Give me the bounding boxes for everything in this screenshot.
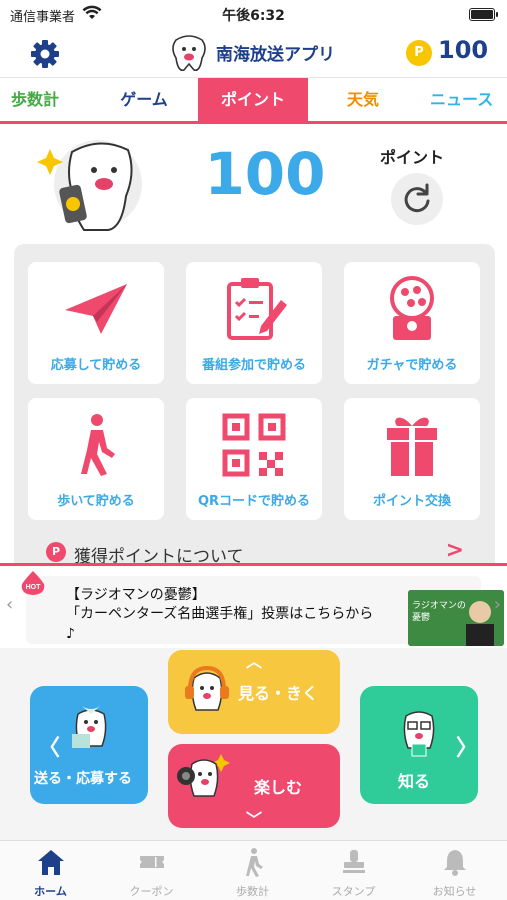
chevron-right-icon[interactable]: › (494, 594, 501, 615)
chevron-right-icon: 〉 (456, 736, 479, 761)
svg-text:HOT: HOT (26, 584, 42, 591)
know-label: 知る (398, 772, 431, 791)
tile-label: 応募して貯める (50, 358, 142, 373)
point-coin-icon: P (406, 40, 432, 66)
send-apply-button[interactable]: 〈 送る・応募する (30, 686, 148, 804)
point-coin-icon: P (46, 542, 66, 562)
tab-pedometer[interactable]: 歩数計 (0, 78, 70, 121)
home-navigation: ︿ 見る・きく 楽しむ ﹀ 〈 送る・応募する 知る 〉 (0, 648, 507, 840)
chevron-up-icon: ︿ (246, 652, 263, 671)
refresh-icon (404, 183, 430, 213)
bottom-tab-label: クーポン (129, 885, 174, 898)
point-exchange-tile[interactable]: ポイント交換 (344, 398, 480, 520)
walking-person-icon (81, 414, 115, 476)
watch-listen-label: 見る・きく (238, 684, 319, 703)
news-banner: ‹ 【ラジオマンの憂鬱】 「カーペンターズ名曲選手権」投票はこちらから♪ ラジオ… (0, 563, 507, 648)
bottom-tab-bar: ホーム クーポン 歩数計 スタンプ お知らせ (0, 840, 507, 900)
bell-icon (444, 850, 466, 876)
tile-label: ガチャで貯める (366, 358, 458, 373)
banner-card[interactable]: 【ラジオマンの憂鬱】 「カーペンターズ名曲選手権」投票はこちらから♪ ラジオマン… (26, 576, 504, 646)
bottom-tab-home[interactable]: ホーム (0, 841, 101, 900)
chevron-left-icon: 〈 (38, 736, 61, 761)
walking-icon (246, 848, 263, 877)
chevron-left-icon[interactable]: ‹ (6, 594, 13, 615)
thumbnail-title: ラジオマンの憂鬱 (412, 601, 466, 623)
bottom-tab-stamp[interactable]: スタンプ (303, 841, 404, 900)
tab-news[interactable]: ニュース (430, 78, 507, 121)
chevron-down-icon: ﹀ (246, 810, 263, 829)
gear-icon[interactable] (28, 37, 62, 71)
bottom-tab-coupon[interactable]: クーポン (101, 841, 202, 900)
watch-listen-button[interactable]: ︿ 見る・きく (168, 650, 340, 734)
tab-game[interactable]: ゲーム (92, 78, 196, 121)
bottom-tab-notices[interactable]: お知らせ (404, 841, 505, 900)
program-participation-tile[interactable]: 番組参加で貯める (186, 262, 322, 384)
mascot-camera-icon (177, 754, 230, 797)
bottom-tab-label: ホーム (34, 885, 67, 898)
point-balance: 100 (204, 140, 326, 208)
stamp-icon (343, 850, 365, 873)
clipboard-pen-icon (227, 278, 287, 340)
earn-points-panel: 応募して貯める 番組参加で貯める ガチャで貯める 歩いて貯める QRコードで貯め… (14, 244, 495, 574)
app-header: 南海放送アプリ P 100 (0, 30, 507, 78)
bottom-tab-pedometer[interactable]: 歩数計 (202, 841, 303, 900)
mascot-glasses-icon (403, 711, 435, 757)
tile-label: 番組参加で貯める (201, 358, 306, 373)
enjoy-button[interactable]: 楽しむ ﹀ (168, 744, 340, 829)
app-title: 南海放送アプリ (216, 45, 335, 65)
tab-point[interactable]: ポイント (198, 78, 308, 121)
point-unit-label: ポイント (380, 148, 445, 167)
header-point-balance: 100 (438, 36, 489, 64)
chevron-right-icon: > (445, 538, 464, 563)
gift-icon (387, 417, 437, 476)
banner-title: 【ラジオマンの憂鬱】 (66, 587, 206, 603)
refresh-button[interactable] (391, 173, 443, 225)
battery-icon (469, 8, 498, 21)
banner-thumbnail: ラジオマンの憂鬱 (408, 590, 504, 646)
hot-badge-icon: HOT (21, 571, 45, 595)
gacha-machine-icon (390, 276, 434, 340)
mascot-headphones-icon (185, 666, 229, 711)
home-icon (38, 850, 64, 875)
tile-label: QRコードで貯める (197, 494, 311, 509)
banner-text: 「カーペンターズ名曲選手権」投票はこちらから♪ (66, 606, 374, 642)
know-button[interactable]: 知る 〉 (360, 686, 478, 804)
bottom-tab-label: お知らせ (432, 885, 477, 898)
clock: 午後6:32 (222, 8, 285, 24)
status-bar: 通信事業者 午後6:32 (0, 0, 507, 30)
send-apply-label: 送る・応募する (34, 771, 132, 787)
walk-to-earn-tile[interactable]: 歩いて貯める (28, 398, 164, 520)
tab-weather[interactable]: 天気 (318, 78, 408, 121)
qr-code-icon (222, 413, 286, 477)
apply-to-earn-tile[interactable]: 応募して貯める (28, 262, 164, 384)
category-tab-bar: 歩数計 ゲーム ポイント 天気 ニュース (0, 78, 507, 124)
paper-plane-icon (65, 284, 127, 334)
bottom-tab-label: 歩数計 (236, 885, 269, 898)
bottom-tab-label: スタンプ (331, 885, 376, 898)
gacha-tile[interactable]: ガチャで貯める (344, 262, 480, 384)
mascot-gift-icon (72, 706, 107, 748)
tile-label: ポイント交換 (372, 494, 451, 509)
qr-code-tile[interactable]: QRコードで貯める (186, 398, 322, 520)
about-points-link[interactable]: P 獲得ポイントについて > (44, 538, 464, 567)
enjoy-label: 楽しむ (254, 778, 303, 797)
mascot-logo-icon (172, 35, 206, 72)
tile-label: 歩いて貯める (57, 494, 135, 509)
mascot-with-phone-illustration (37, 140, 142, 231)
ticket-icon (140, 856, 164, 868)
point-summary: 100 ポイント (0, 124, 507, 240)
